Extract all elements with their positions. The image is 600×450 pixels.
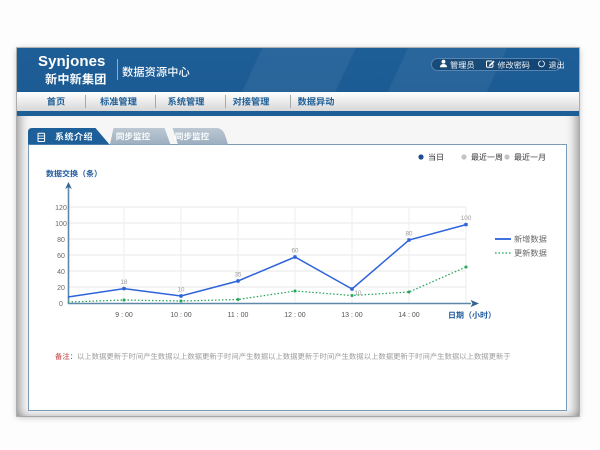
svg-text:11 : 00: 11 : 00 xyxy=(228,312,249,319)
svg-text:80: 80 xyxy=(57,237,65,244)
svg-text:20: 20 xyxy=(57,285,65,292)
svg-text:80: 80 xyxy=(406,231,413,238)
svg-text:10 : 00: 10 : 00 xyxy=(170,312,192,319)
svg-text:100: 100 xyxy=(461,215,472,222)
svg-text:9 : 00: 9 : 00 xyxy=(115,312,133,319)
svg-text:18: 18 xyxy=(121,279,128,286)
svg-text:60: 60 xyxy=(292,248,299,255)
svg-text:10: 10 xyxy=(178,287,185,294)
svg-text:35: 35 xyxy=(235,272,242,279)
svg-text:120: 120 xyxy=(55,205,67,212)
svg-text:13 : 00: 13 : 00 xyxy=(341,312,363,319)
svg-text:100: 100 xyxy=(55,221,67,228)
svg-text:10: 10 xyxy=(355,290,362,297)
svg-text:0: 0 xyxy=(59,301,63,308)
svg-text:12 : 00: 12 : 00 xyxy=(284,312,306,319)
svg-text:14 : 00: 14 : 00 xyxy=(398,312,420,319)
svg-text:40: 40 xyxy=(57,269,65,276)
svg-text:60: 60 xyxy=(57,253,65,260)
